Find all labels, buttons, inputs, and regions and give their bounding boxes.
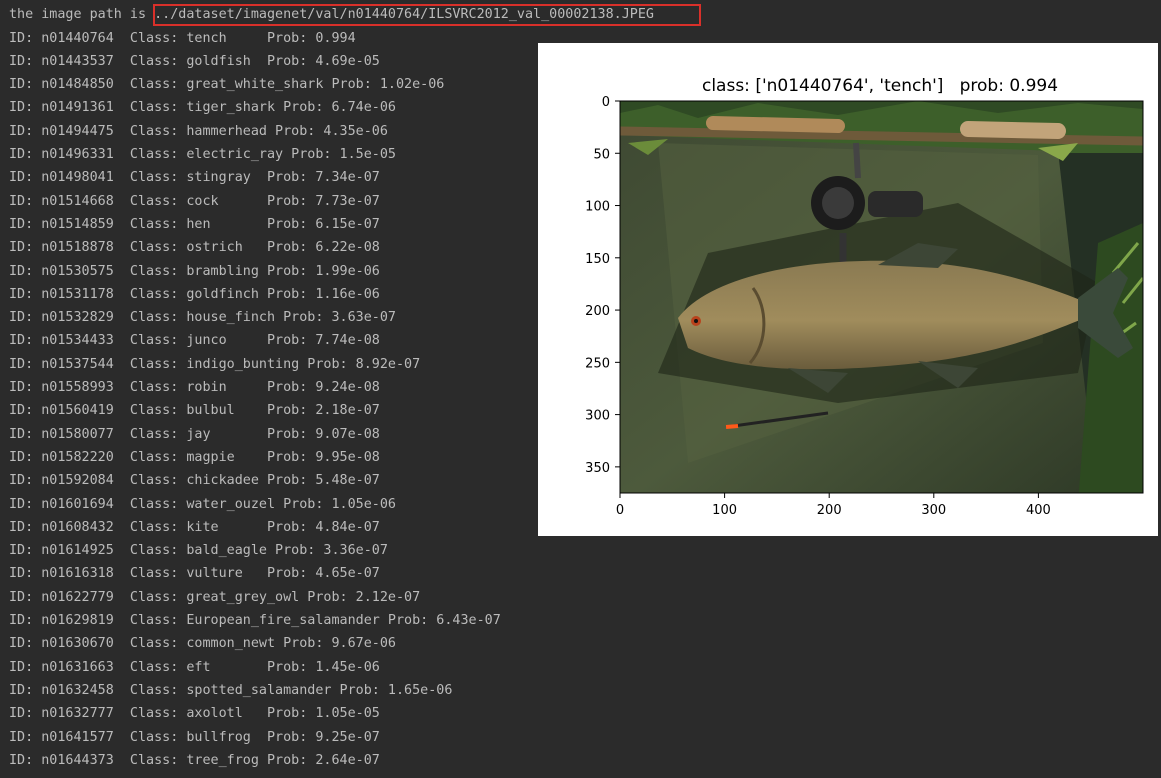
y-tick-label: 200 bbox=[585, 304, 610, 319]
prediction-row: ID: n01484850 Class: great_white_shark P… bbox=[9, 77, 445, 93]
y-tick-label: 50 bbox=[593, 147, 610, 162]
prediction-row: ID: n01632458 Class: spotted_salamander … bbox=[9, 682, 453, 698]
prediction-row: ID: n01498041 Class: stingray Prob: 7.34… bbox=[9, 170, 380, 186]
prediction-row: ID: n01514668 Class: cock Prob: 7.73e-07 bbox=[9, 193, 380, 209]
prediction-row: ID: n01580077 Class: jay Prob: 9.07e-08 bbox=[9, 426, 380, 442]
prediction-row: ID: n01532829 Class: house_finch Prob: 3… bbox=[9, 310, 396, 326]
prediction-row: ID: n01592084 Class: chickadee Prob: 5.4… bbox=[9, 473, 380, 489]
y-tick-label: 100 bbox=[585, 200, 610, 215]
prediction-row: ID: n01616318 Class: vulture Prob: 4.65e… bbox=[9, 566, 380, 582]
x-tick-label: 400 bbox=[1026, 503, 1051, 518]
prediction-row: ID: n01534433 Class: junco Prob: 7.74e-0… bbox=[9, 333, 380, 349]
x-tick-label: 100 bbox=[712, 503, 737, 518]
x-tick-label: 300 bbox=[921, 503, 946, 518]
prediction-row: ID: n01631663 Class: eft Prob: 1.45e-06 bbox=[9, 659, 380, 675]
prediction-row: ID: n01558993 Class: robin Prob: 9.24e-0… bbox=[9, 380, 380, 395]
prediction-row: ID: n01644373 Class: tree_frog Prob: 2.6… bbox=[9, 752, 380, 768]
prediction-row: ID: n01641577 Class: bullfrog Prob: 9.25… bbox=[9, 729, 380, 745]
prediction-row: ID: n01601694 Class: water_ouzel Prob: 1… bbox=[9, 496, 396, 512]
photo-image bbox=[620, 101, 1143, 493]
figure-title: class: ['n01440764', 'tench'] prob: 0.99… bbox=[702, 76, 1058, 96]
prediction-row: ID: n01530575 Class: brambling Prob: 1.9… bbox=[9, 263, 380, 279]
y-tick-label: 0 bbox=[602, 95, 610, 110]
image-path-highlight bbox=[153, 4, 701, 26]
y-tick-label: 250 bbox=[585, 356, 610, 371]
prediction-row: ID: n01443537 Class: goldfish Prob: 4.69… bbox=[9, 53, 380, 69]
prediction-row: ID: n01632777 Class: axolotl Prob: 1.05e… bbox=[9, 706, 380, 722]
prediction-row: ID: n01496331 Class: electric_ray Prob: … bbox=[9, 147, 396, 162]
prediction-row: ID: n01491361 Class: tiger_shark Prob: 6… bbox=[9, 100, 396, 116]
prediction-row: ID: n01622779 Class: great_grey_owl Prob… bbox=[9, 589, 421, 605]
figure-canvas: class: ['n01440764', 'tench'] prob: 0.99… bbox=[585, 76, 1144, 518]
prediction-row: ID: n01518878 Class: ostrich Prob: 6.22e… bbox=[9, 240, 380, 256]
prediction-row: ID: n01440764 Class: tench Prob: 0.994 bbox=[9, 30, 356, 46]
prediction-figure: class: ['n01440764', 'tench'] prob: 0.99… bbox=[538, 43, 1158, 536]
y-tick-label: 300 bbox=[585, 409, 610, 424]
prediction-row: ID: n01537544 Class: indigo_bunting Prob… bbox=[9, 356, 421, 372]
prediction-row: ID: n01629819 Class: European_fire_salam… bbox=[9, 613, 501, 628]
x-tick-label: 0 bbox=[616, 503, 624, 518]
x-tick-label: 200 bbox=[817, 503, 842, 518]
y-tick-label: 150 bbox=[585, 252, 610, 267]
prediction-row: ID: n01531178 Class: goldfinch Prob: 1.1… bbox=[9, 286, 380, 302]
prediction-row: ID: n01514859 Class: hen Prob: 6.15e-07 bbox=[9, 216, 380, 232]
prediction-row: ID: n01614925 Class: bald_eagle Prob: 3.… bbox=[9, 543, 388, 559]
prediction-row: ID: n01560419 Class: bulbul Prob: 2.18e-… bbox=[9, 403, 380, 419]
y-tick-label: 350 bbox=[585, 461, 610, 476]
prediction-row: ID: n01494475 Class: hammerhead Prob: 4.… bbox=[9, 123, 388, 139]
path-prefix: the image path is bbox=[9, 7, 155, 22]
prediction-row: ID: n01582220 Class: magpie Prob: 9.95e-… bbox=[9, 449, 380, 465]
y-axis-ticks: 0 50 100 150 200 250 300 350 bbox=[585, 95, 620, 476]
prediction-row: ID: n01630670 Class: common_newt Prob: 9… bbox=[9, 636, 396, 652]
prediction-row: ID: n01608432 Class: kite Prob: 4.84e-07 bbox=[9, 519, 380, 535]
x-axis-ticks: 0 100 200 300 400 bbox=[616, 493, 1051, 518]
